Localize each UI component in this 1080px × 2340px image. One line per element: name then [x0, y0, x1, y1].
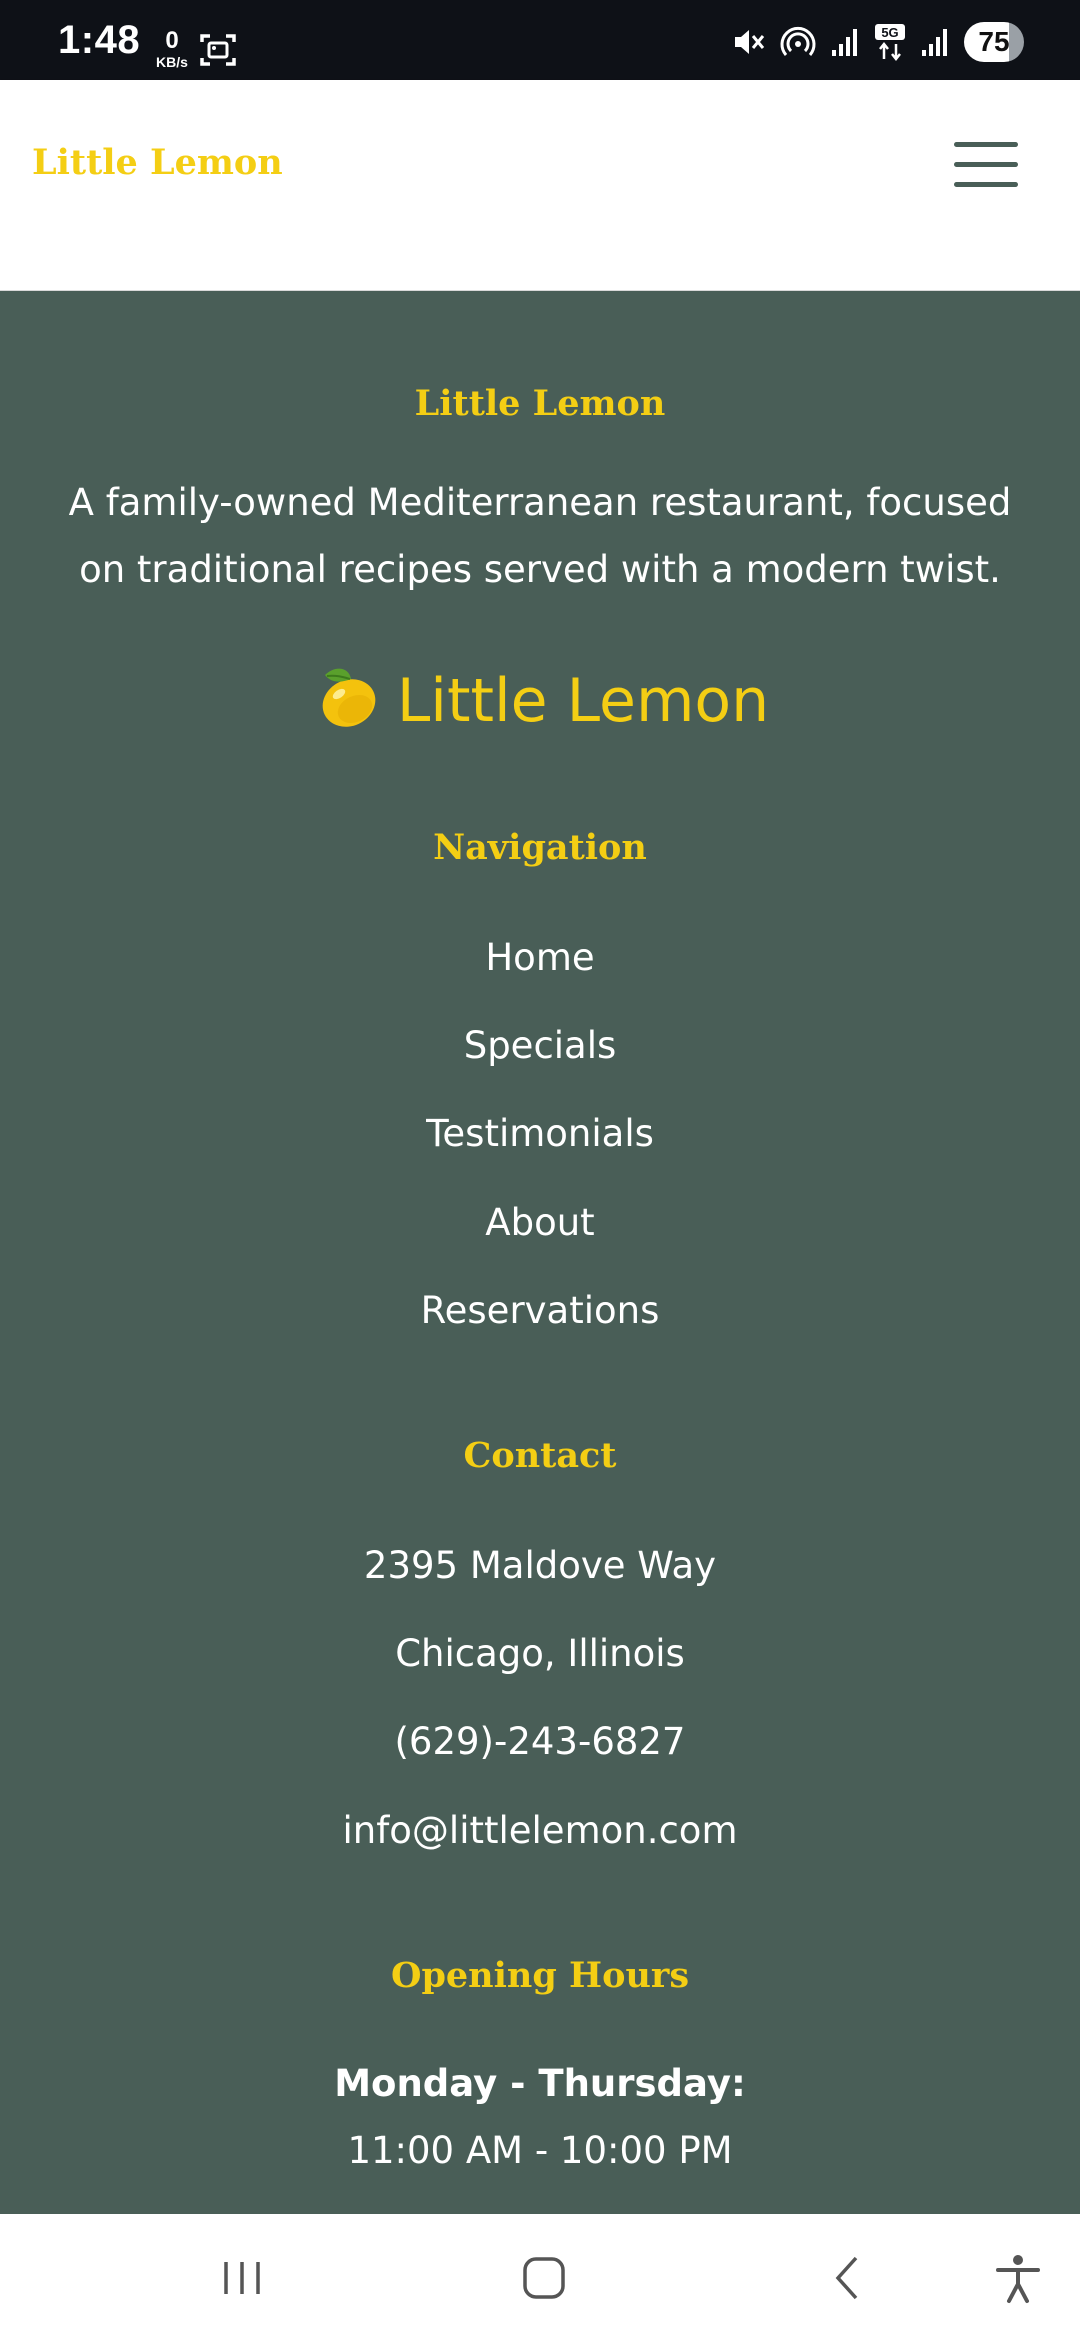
- footer-logo-text: Little Lemon: [396, 666, 770, 736]
- status-time: 1:48: [58, 18, 141, 62]
- hamburger-line: [954, 182, 1018, 187]
- signal-icon: [920, 24, 950, 60]
- opening-hours-heading: Opening Hours: [390, 1955, 690, 1996]
- hours-time: 11:00 AM - 10:00 PM: [347, 2129, 733, 2172]
- recent-apps-icon[interactable]: [212, 2248, 272, 2308]
- footer-description: A family-owned Mediterranean restaurant,…: [68, 481, 1012, 591]
- hotspot-icon: [780, 24, 816, 60]
- nav-link-about[interactable]: About: [0, 1201, 1080, 1244]
- home-icon[interactable]: [514, 2248, 574, 2308]
- footer-logo: Little Lemon: [0, 663, 1080, 746]
- nav-link-testimonials[interactable]: Testimonials: [0, 1112, 1080, 1155]
- footer-title: Little Lemon: [414, 383, 666, 424]
- footer: Little Lemon A family-owned Mediterranea…: [0, 291, 1080, 2214]
- contact-email[interactable]: info@littlelemon.com: [0, 1809, 1080, 1852]
- network-speed-value: 0: [165, 27, 179, 54]
- battery-level: 75: [964, 22, 1024, 62]
- system-nav-bar: [0, 2214, 1080, 2340]
- brand-logo[interactable]: Little Lemon: [32, 142, 283, 183]
- lemon-icon: [311, 663, 383, 746]
- mute-icon: [730, 24, 766, 60]
- contact-address: 2395 Maldove Way: [363, 1544, 717, 1587]
- nav-link-home[interactable]: Home: [0, 936, 1080, 979]
- network-speed-unit: KB/s: [156, 54, 188, 70]
- back-icon[interactable]: [818, 2248, 878, 2308]
- nav-link-reservations[interactable]: Reservations: [0, 1289, 1080, 1332]
- network-speed: 0 KB/s: [150, 28, 194, 74]
- hamburger-line: [954, 142, 1018, 147]
- nav-link-specials[interactable]: Specials: [0, 1024, 1080, 1067]
- app-header: Little Lemon: [0, 80, 1080, 291]
- accessibility-icon[interactable]: [988, 2248, 1048, 2308]
- contact-heading: Contact: [463, 1435, 617, 1476]
- hamburger-line: [954, 162, 1018, 167]
- screenshot-icon: [198, 30, 238, 70]
- hours-days: Monday - Thursday:: [334, 2062, 746, 2105]
- contact-city: Chicago, Illinois: [395, 1632, 685, 1675]
- navigation-heading: Navigation: [433, 827, 647, 868]
- status-bar: 1:48 0 KB/s 5G 75: [0, 0, 1080, 80]
- status-icons: 5G 75: [730, 22, 1024, 62]
- signal-icon: [830, 24, 860, 60]
- contact-phone[interactable]: (629)-243-6827: [0, 1720, 1080, 1763]
- svg-text:5G: 5G: [881, 25, 898, 40]
- hamburger-icon[interactable]: [954, 140, 1018, 190]
- 5g-icon: 5G: [874, 23, 906, 61]
